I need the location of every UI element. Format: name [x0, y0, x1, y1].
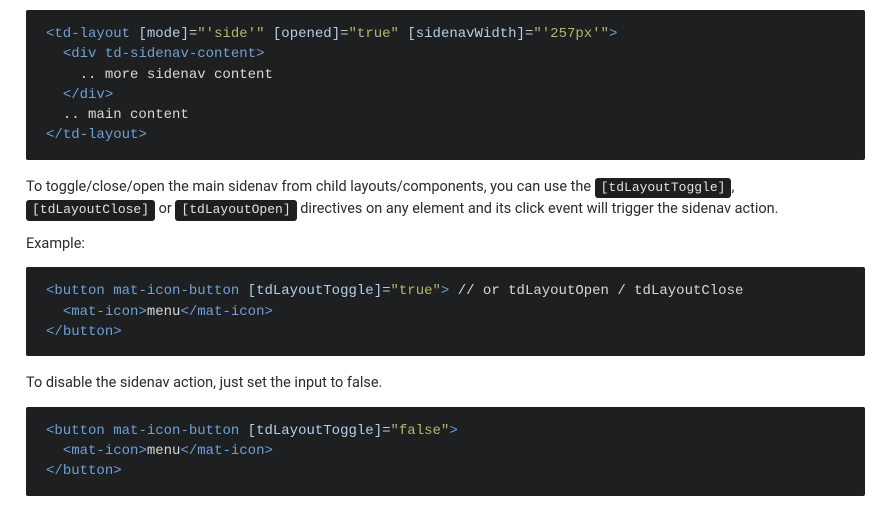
paragraph-example-label: Example:	[26, 233, 865, 255]
code-token: >	[264, 443, 272, 459]
code-token: button	[54, 283, 104, 299]
code-token: </	[180, 443, 197, 459]
code-token: mat-icon-button	[113, 423, 239, 439]
code-token: menu	[147, 304, 181, 320]
code-block-button-toggle-false: < button mat-icon-button [tdLayoutToggle]…	[26, 407, 865, 496]
code-token	[46, 87, 63, 103]
code-token: "true"	[349, 26, 399, 42]
code-token: button	[63, 324, 113, 340]
code-token: >	[138, 443, 146, 459]
code-token: </	[46, 463, 63, 479]
code-token: mat-icon	[197, 304, 264, 320]
code-block-button-toggle-true: < button mat-icon-button [tdLayoutToggle]…	[26, 267, 865, 356]
code-token: >	[138, 304, 146, 320]
code-token: </	[46, 127, 63, 143]
code-token: [sidenavWidth]	[407, 26, 525, 42]
code-token	[46, 107, 63, 123]
code-token: =	[189, 26, 197, 42]
code-token: "false"	[391, 423, 450, 439]
code-token: "true"	[391, 283, 441, 299]
code-token	[46, 304, 63, 320]
code-token: [mode]	[138, 26, 188, 42]
document-root: <td-layout [mode]="'side'" [opened]="tru…	[0, 10, 891, 532]
code-token: td-layout	[54, 26, 130, 42]
code-token: <	[63, 443, 71, 459]
code-token: button	[63, 463, 113, 479]
code-token: td-sidenav-content	[105, 46, 256, 62]
code-token: <	[63, 304, 71, 320]
code-token: =	[382, 283, 390, 299]
code-token: [tdLayoutToggle]	[248, 423, 382, 439]
code-token: >	[264, 304, 272, 320]
code-token: "'257px'"	[533, 26, 609, 42]
code-token: =	[382, 423, 390, 439]
code-token	[46, 46, 63, 62]
code-token: >	[113, 463, 121, 479]
code-token: button	[54, 423, 104, 439]
code-token: div	[71, 46, 96, 62]
code-token: </	[63, 87, 80, 103]
code-token: >	[609, 26, 617, 42]
code-token: menu	[147, 443, 181, 459]
code-token: mat-icon	[71, 304, 138, 320]
code-token: .. more sidenav content	[80, 67, 273, 83]
code-token	[46, 443, 63, 459]
code-token: >	[113, 324, 121, 340]
code-token: [opened]	[273, 26, 340, 42]
code-token	[46, 67, 80, 83]
code-token: td-layout	[63, 127, 139, 143]
inline-code-tdlayoutclose: [tdLayoutClose]	[26, 200, 155, 221]
code-token: [tdLayoutToggle]	[248, 283, 382, 299]
code-token: </	[180, 304, 197, 320]
code-token: mat-icon	[197, 443, 264, 459]
text-segment: or	[155, 200, 175, 217]
inline-code-tdlayoutopen: [tdLayoutOpen]	[175, 200, 296, 221]
text-segment: To toggle/close/open the main sidenav fr…	[26, 178, 595, 195]
code-token: >	[138, 127, 146, 143]
code-token: </	[46, 324, 63, 340]
code-token: =	[340, 26, 348, 42]
paragraph-directives-intro: To toggle/close/open the main sidenav fr…	[26, 176, 865, 221]
code-token: >	[256, 46, 264, 62]
code-token: mat-icon-button	[113, 283, 239, 299]
text-segment: directives on any element and its click …	[297, 200, 779, 217]
code-token: >	[105, 87, 113, 103]
code-token: "'side'"	[197, 26, 264, 42]
code-token: <	[63, 46, 71, 62]
code-token: .. main content	[63, 107, 189, 123]
inline-code-tdlayouttoggle: [tdLayoutToggle]	[595, 178, 732, 199]
code-block-layout-example: <td-layout [mode]="'side'" [opened]="tru…	[26, 10, 865, 160]
code-token: mat-icon	[71, 443, 138, 459]
code-token: div	[80, 87, 105, 103]
code-token: // or tdLayoutOpen / tdLayoutClose	[449, 283, 743, 299]
paragraph-disable-note: To disable the sidenav action, just set …	[26, 372, 865, 394]
text-segment: ,	[731, 178, 734, 195]
code-token: >	[449, 423, 457, 439]
